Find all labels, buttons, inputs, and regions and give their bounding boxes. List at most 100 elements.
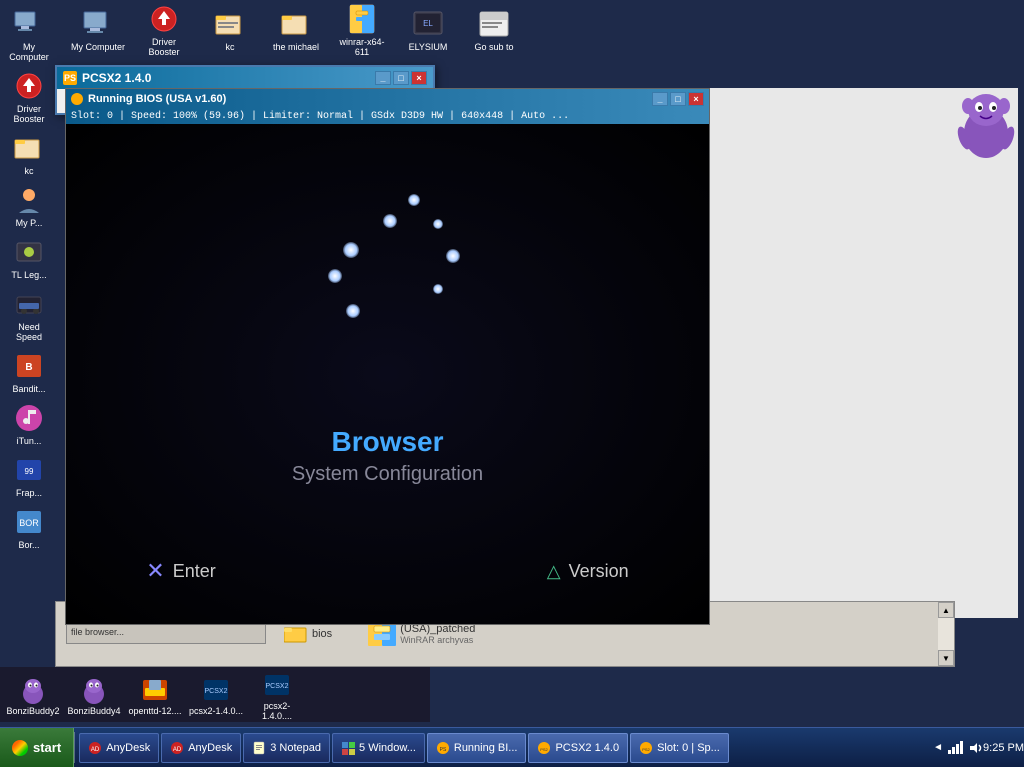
sidebar-icon-need-speed[interactable]: Need Speed	[3, 285, 55, 345]
bonzi4-img	[78, 674, 110, 706]
openttd-label: openttd-12....	[128, 706, 181, 716]
bios-dots-container	[278, 154, 498, 374]
game-minimize-button[interactable]: _	[652, 92, 668, 106]
pcsx2-2-label: pcsx2-1.4.0....	[249, 701, 305, 721]
pcsx2-titlebar[interactable]: PS PCSX2 1.4.0 _ □ ×	[57, 67, 433, 89]
address-bar[interactable]: file browser...	[66, 624, 266, 644]
game-sub-titlebar: Slot: 0 | Speed: 100% (59.96) | Limiter:…	[66, 109, 709, 124]
file-scrollbar[interactable]: ▲ ▼	[938, 602, 954, 666]
pcsx2-1-label: pcsx2-1.4.0...	[189, 706, 243, 716]
fraps-icon: 99	[13, 454, 45, 486]
version-label: Version	[569, 561, 629, 582]
top-icon-label: the michael	[273, 42, 319, 52]
enter-label: Enter	[173, 561, 216, 582]
game-maximize-button[interactable]: □	[670, 92, 686, 106]
taskbar-windows[interactable]: 5 Window...	[332, 733, 425, 763]
running-bios-icon: PS	[436, 741, 450, 755]
svg-text:AD: AD	[91, 747, 100, 753]
pcsx2-maximize-button[interactable]: □	[393, 71, 409, 85]
bonzi-buddy4-icon[interactable]: BonziBuddy4	[66, 674, 122, 716]
system-tray	[948, 741, 983, 755]
clock-display: 9:25 PM	[983, 742, 1024, 754]
x-symbol: ✕	[146, 558, 164, 584]
bios-dot-top-right	[408, 194, 420, 206]
bios-dot-right-bottom	[433, 284, 443, 294]
bottom-icons-bar: BonziBuddy2 BonziBuddy4	[0, 667, 430, 722]
scrollbar-down-button[interactable]: ▼	[938, 650, 954, 666]
sidebar-icon-tl-leg[interactable]: TL Leg...	[3, 233, 55, 283]
bonzi-svg	[954, 88, 1019, 163]
top-icon-go-sub-to[interactable]: Go sub to	[466, 8, 522, 52]
my-computer-icon	[82, 8, 114, 40]
taskbar-tray-arrow[interactable]: ◄	[928, 728, 948, 767]
notepad-icon	[252, 741, 266, 755]
start-button[interactable]: start	[0, 728, 74, 767]
anydesk-icon-2: AD	[170, 741, 184, 755]
pcsx2-1-icon[interactable]: PCSX2 pcsx2-1.4.0...	[188, 674, 244, 716]
bonzi-buddy2-label: BonziBuddy2	[6, 706, 59, 716]
net-bar-4	[960, 741, 963, 754]
bios-menu: Browser System Configuration ✕ Enter △ V…	[66, 124, 709, 624]
bios-browser-text: Browser	[292, 426, 483, 458]
taskbar-pcsx2[interactable]: PS2 PCSX2 1.4.0	[528, 733, 628, 763]
game-window: Running BIOS (USA v1.60) _ □ × Slot: 0 |…	[65, 88, 710, 625]
sidebar-icon-frap[interactable]: 99 Frap...	[3, 451, 55, 501]
top-icon-driver-booster[interactable]: Driver Booster	[136, 3, 192, 57]
pcsx2-close-button[interactable]: ×	[411, 71, 427, 85]
bios-dot-left-bottom	[328, 269, 342, 283]
bor-icon: BOR	[13, 506, 45, 538]
svg-text:B: B	[25, 362, 32, 373]
pcsx2-minimize-button[interactable]: _	[375, 71, 391, 85]
sidebar-icon-my-computer[interactable]: My Computer	[3, 5, 55, 65]
top-icon-elysium[interactable]: EL ELYSIUM	[400, 8, 456, 52]
bonzi-buddy2-icon[interactable]: BonziBuddy2	[5, 674, 61, 716]
folder-icon	[284, 624, 308, 644]
bios-system-config-text: System Configuration	[292, 463, 483, 486]
top-icon-winrar[interactable]: winrar-x64-611	[334, 3, 390, 57]
game-slot-info: Slot: 0 | Speed: 100% (59.96) | Limiter:…	[71, 111, 569, 122]
top-icon-label: My Computer	[71, 42, 125, 52]
pcsx2-2-icon[interactable]: PCSX2 pcsx2-1.4.0....	[249, 669, 305, 721]
sidebar-icon-itun[interactable]: iTun...	[3, 399, 55, 449]
taskbar-anydesk1[interactable]: AD AnyDesk	[79, 733, 159, 763]
kc-icon	[214, 8, 246, 40]
top-icon-my-computer[interactable]: My Computer	[70, 8, 126, 52]
sidebar-icon-bor[interactable]: BOR Bor...	[3, 503, 55, 553]
running-bios-title: Running BIOS (USA v1.60)	[88, 93, 226, 105]
bios-enter-btn: ✕ Enter	[146, 558, 215, 584]
taskbar-running-bios[interactable]: PS Running BI...	[427, 733, 527, 763]
sidebar-icon-bandit[interactable]: B Bandit...	[3, 347, 55, 397]
game-title-icon	[71, 93, 83, 105]
taskbar: start AD AnyDesk AD AnyDesk	[0, 727, 1024, 767]
top-icon-label: winrar-x64-611	[334, 37, 390, 57]
go-sub-to-icon	[478, 8, 510, 40]
svg-text:PCSX2: PCSX2	[205, 688, 228, 695]
taskbar-notepad[interactable]: 3 Notepad	[243, 733, 330, 763]
sidebar-icon-myp[interactable]: My P...	[3, 181, 55, 231]
svg-text:EL: EL	[423, 19, 433, 28]
volume-icon	[969, 741, 983, 755]
taskbar-anydesk2[interactable]: AD AnyDesk	[161, 733, 241, 763]
game-titlebar[interactable]: Running BIOS (USA v1.60) _ □ ×	[66, 89, 709, 109]
top-icon-the-michael[interactable]: the michael	[268, 8, 324, 52]
top-icon-label: ELYSIUM	[409, 42, 448, 52]
top-icon-kc[interactable]: kc	[202, 8, 258, 52]
openttd-icon[interactable]: openttd-12....	[127, 674, 183, 716]
notepad-label: 3 Notepad	[270, 742, 321, 754]
scrollbar-up-button[interactable]: ▲	[938, 602, 954, 618]
bios-dot-right-top	[433, 219, 443, 229]
anydesk1-label: AnyDesk	[106, 742, 150, 754]
taskbar-slot-info[interactable]: PS2 Slot: 0 | Sp...	[630, 733, 729, 763]
kc-sidebar-icon	[13, 132, 45, 164]
network-icon	[948, 741, 963, 754]
top-icon-label: Driver Booster	[136, 37, 192, 57]
game-close-button[interactable]: ×	[688, 92, 704, 106]
sidebar-icon-kc[interactable]: kc	[3, 129, 55, 179]
pcsx2-1-img: PCSX2	[200, 674, 232, 706]
start-icon	[12, 740, 28, 756]
the-michael-icon	[280, 8, 312, 40]
pcsx2-taskbar-label: PCSX2 1.4.0	[555, 742, 619, 754]
sidebar-icon-driver-booster[interactable]: Driver Booster	[3, 67, 55, 127]
top-icon-label: Go sub to	[474, 42, 513, 52]
my-computer-icon	[13, 8, 45, 40]
